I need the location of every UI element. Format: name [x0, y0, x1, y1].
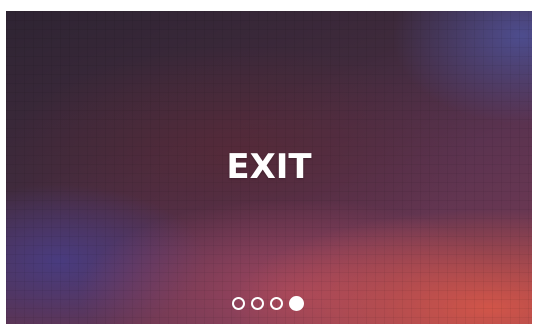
- page-indicator: [232, 296, 304, 311]
- screen-panel: EXIT: [6, 11, 532, 324]
- exit-title[interactable]: EXIT: [6, 147, 532, 187]
- page-dot-1[interactable]: [232, 297, 245, 310]
- page-dot-4-active[interactable]: [289, 296, 304, 311]
- page-dot-3[interactable]: [270, 297, 283, 310]
- page-dot-2[interactable]: [251, 297, 264, 310]
